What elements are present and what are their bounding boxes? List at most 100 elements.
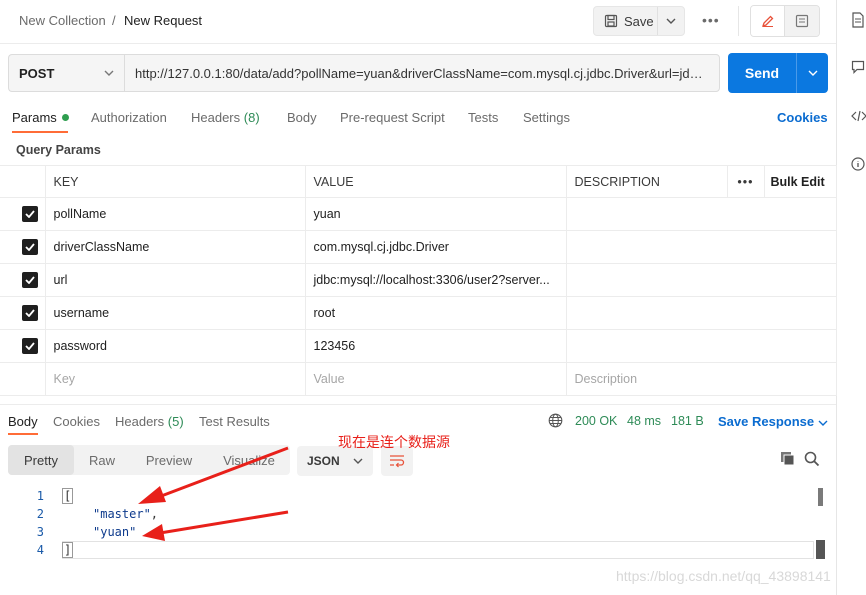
new-key-input[interactable]: Key [44, 362, 306, 396]
url-text: http://127.0.0.1:80/data/add?pollName=yu… [135, 65, 709, 81]
param-value-cell[interactable]: root [304, 296, 567, 330]
info-icon[interactable] [851, 157, 865, 171]
annotation-text: 现在是连个数据源 [338, 434, 450, 450]
more-options-button[interactable]: ••• [702, 12, 720, 28]
comments-icon[interactable] [851, 60, 865, 74]
save-response-button[interactable]: Save Response [718, 414, 828, 429]
param-description-cell[interactable] [565, 197, 837, 231]
param-key-cell[interactable]: pollName [44, 197, 306, 231]
tab-body[interactable]: Body [287, 110, 317, 125]
param-description-cell[interactable] [565, 230, 837, 264]
table-header-row: KEY VALUE DESCRIPTION ••• Bulk Edit [0, 165, 837, 198]
save-response-label: Save Response [718, 414, 815, 429]
tab-label: Headers [191, 110, 241, 125]
editor-scrollbar-thumb[interactable] [818, 488, 823, 506]
code-close-bracket: ] [62, 542, 74, 558]
status-code[interactable]: 200 OK [575, 414, 617, 428]
send-dropdown-button[interactable] [796, 53, 828, 93]
chevron-down-icon [104, 70, 114, 76]
url-input[interactable]: http://127.0.0.1:80/data/add?pollName=yu… [124, 54, 720, 92]
param-description-cell[interactable] [565, 329, 837, 363]
response-tab-test-results[interactable]: Test Results [199, 414, 270, 429]
tab-tests[interactable]: Tests [468, 110, 498, 125]
view-mode-pretty[interactable]: Pretty [8, 445, 74, 475]
save-label: Save [624, 13, 654, 29]
annotation-arrows [138, 446, 289, 541]
row-checkbox[interactable] [22, 272, 38, 288]
param-description-cell[interactable] [565, 263, 837, 297]
tab-headers[interactable]: Headers (8) [191, 110, 260, 125]
comment-icon [795, 14, 809, 28]
response-size[interactable]: 181 B [671, 414, 704, 428]
document-icon[interactable] [851, 12, 865, 28]
param-key-cell[interactable]: password [44, 329, 306, 363]
param-value-cell[interactable]: com.mysql.cj.jdbc.Driver [304, 230, 567, 264]
tab-label: Params [12, 110, 57, 125]
format-label: JSON [307, 454, 340, 468]
active-response-tab-indicator [8, 433, 38, 435]
tab-label: Cookies [53, 414, 100, 429]
param-key-cell[interactable]: driverClassName [44, 230, 306, 264]
search-icon[interactable] [804, 451, 820, 467]
tab-label: Test Results [199, 414, 270, 429]
tab-settings[interactable]: Settings [523, 110, 570, 125]
globe-icon[interactable] [548, 413, 563, 428]
row-checkbox[interactable] [22, 305, 38, 321]
response-tab-headers[interactable]: Headers (5) [115, 414, 184, 429]
column-options-button[interactable]: ••• [726, 165, 765, 198]
tab-pre-request-script[interactable]: Pre-request Script [340, 110, 445, 125]
chevron-down-icon [666, 18, 676, 24]
view-mode-raw[interactable]: Raw [74, 445, 130, 475]
row-checkbox[interactable] [22, 239, 38, 255]
save-dropdown-button[interactable] [658, 18, 684, 24]
param-value-cell[interactable]: jdbc:mysql://localhost:3306/user2?server… [304, 263, 567, 297]
breadcrumb-separator: / [112, 13, 116, 28]
tab-label: Body [287, 110, 317, 125]
tab-label: Headers [115, 414, 165, 429]
line-number: 1 [36, 489, 44, 503]
tab-label: Tests [468, 110, 499, 125]
line-number: 2 [36, 507, 44, 521]
wrap-lines-icon [390, 455, 405, 468]
breadcrumb-request[interactable]: New Request [124, 13, 202, 28]
table-row: pollName yuan [0, 197, 837, 231]
save-icon [604, 14, 618, 28]
description-column-header: DESCRIPTION [565, 165, 728, 198]
row-checkbox[interactable] [22, 206, 38, 222]
cookies-link[interactable]: Cookies [777, 110, 828, 125]
tab-label: Authorization [91, 110, 167, 125]
value-column-header: VALUE [304, 165, 567, 198]
param-key-cell[interactable]: username [44, 296, 306, 330]
table-row: password 123456 [0, 329, 837, 363]
docs-toggle-button[interactable] [785, 6, 819, 36]
editor-cursor-marker [816, 540, 825, 559]
checkmark-icon [25, 243, 35, 251]
send-button[interactable]: Send [728, 65, 796, 81]
breadcrumb-collection[interactable]: New Collection [19, 13, 106, 28]
edit-toggle-button[interactable] [751, 6, 786, 36]
param-value-cell[interactable]: yuan [304, 197, 567, 231]
checkmark-icon [25, 276, 35, 284]
row-checkbox[interactable] [22, 338, 38, 354]
param-key-cell[interactable]: url [44, 263, 306, 297]
copy-icon[interactable] [780, 451, 796, 467]
checkmark-icon [25, 342, 35, 350]
method-select[interactable]: POST [8, 54, 124, 92]
params-indicator-dot [61, 114, 69, 121]
response-divider [0, 404, 836, 405]
save-button[interactable]: Save [594, 7, 658, 35]
response-time[interactable]: 48 ms [627, 414, 661, 428]
table-row: driverClassName com.mysql.cj.jdbc.Driver [0, 230, 837, 264]
new-description-input[interactable]: Description [565, 362, 837, 396]
new-value-input[interactable]: Value [304, 362, 567, 396]
param-value-cell[interactable]: 123456 [304, 329, 567, 363]
code-icon[interactable] [851, 109, 866, 123]
param-description-cell[interactable] [565, 296, 837, 330]
params-table: KEY VALUE DESCRIPTION ••• Bulk Edit poll… [0, 165, 837, 396]
response-tab-body[interactable]: Body [8, 414, 38, 429]
tab-authorization[interactable]: Authorization [91, 110, 167, 125]
bulk-edit-button[interactable]: Bulk Edit [763, 165, 837, 198]
tab-params[interactable]: Params [12, 110, 69, 125]
key-column-header: KEY [44, 165, 306, 198]
response-tab-cookies[interactable]: Cookies [53, 414, 100, 429]
